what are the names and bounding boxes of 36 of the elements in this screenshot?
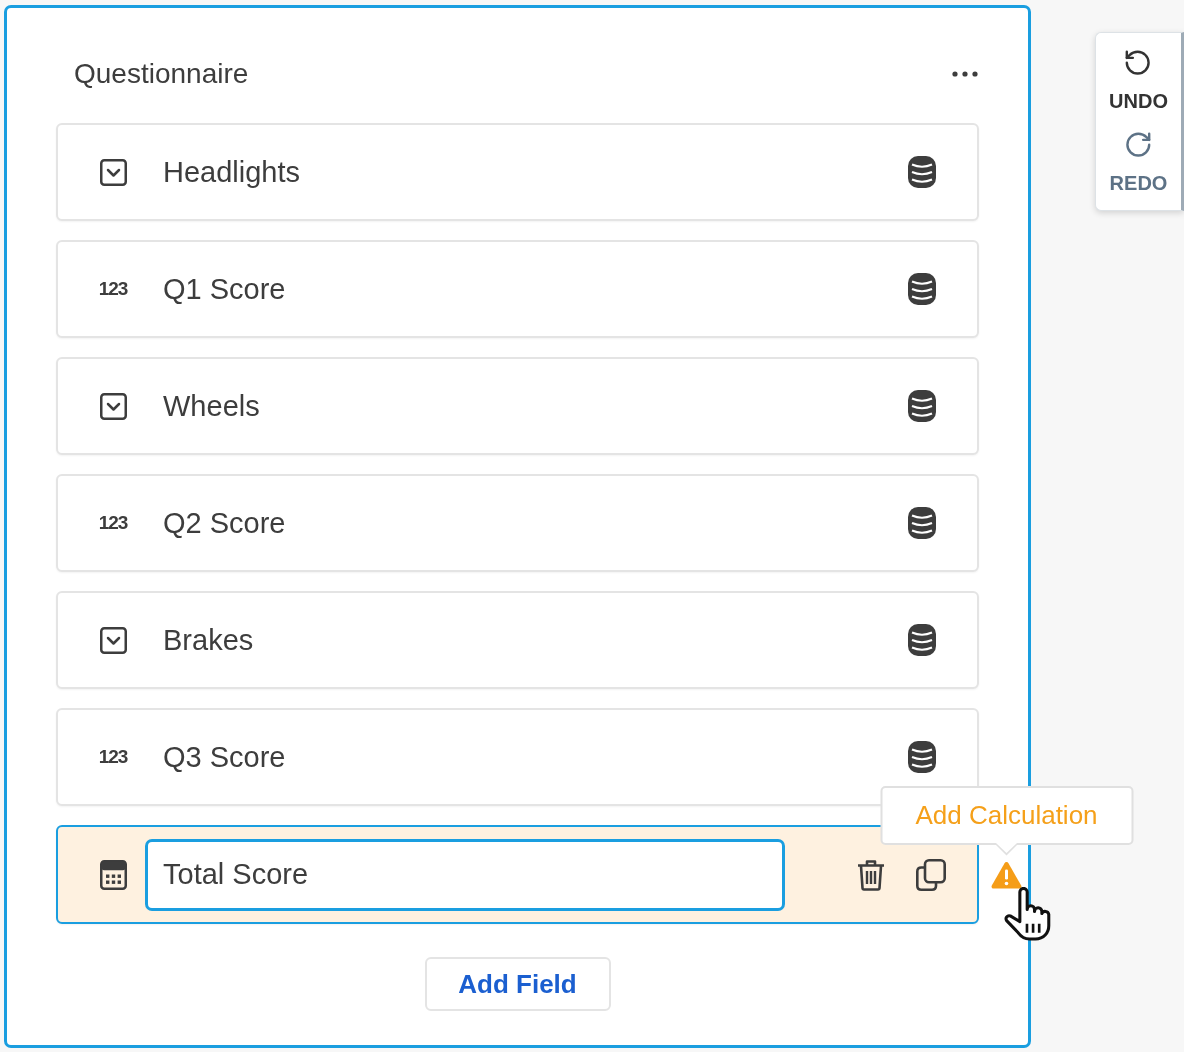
database-icon[interactable] (908, 273, 936, 305)
undo-icon (1125, 50, 1152, 76)
field-label: Q2 Score (163, 506, 286, 540)
field-row[interactable]: Headlights (56, 123, 979, 221)
dropdown-icon (99, 158, 127, 186)
field-row[interactable]: Brakes (56, 591, 979, 689)
tooltip: Add Calculation (880, 785, 1133, 856)
database-icon[interactable] (908, 507, 936, 539)
more-options-icon[interactable] (952, 70, 978, 77)
field-row[interactable]: 123 Q2 Score (56, 474, 979, 572)
dropdown-icon (99, 392, 127, 420)
field-label: Q1 Score (163, 272, 286, 306)
field-label: Q3 Score (163, 740, 286, 774)
calculator-icon (99, 859, 127, 890)
database-icon[interactable] (908, 156, 936, 188)
copy-icon[interactable] (916, 858, 946, 891)
dropdown-icon (99, 626, 127, 654)
redo-icon (1125, 132, 1152, 158)
database-icon[interactable] (908, 624, 936, 656)
field-row[interactable]: 123 Q3 Score (56, 708, 979, 806)
field-label: Brakes (163, 623, 254, 657)
number-type-icon: 123 (98, 278, 128, 300)
field-name-input[interactable]: Total Score (145, 838, 785, 911)
add-field-button[interactable]: Add Field (424, 957, 611, 1011)
undo-button[interactable]: UNDO (1109, 50, 1168, 112)
field-row[interactable]: 123 Q1 Score (56, 240, 979, 338)
number-type-icon: 123 (98, 512, 128, 534)
field-label: Headlights (163, 155, 301, 189)
database-icon[interactable] (908, 390, 936, 422)
number-type-icon: 123 (98, 746, 128, 768)
field-label: Wheels (163, 389, 260, 423)
trash-icon[interactable] (857, 858, 885, 891)
database-icon[interactable] (908, 741, 936, 773)
field-row[interactable]: Total Score (56, 825, 979, 924)
field-row[interactable]: Wheels (56, 357, 979, 455)
form-title: Questionnaire (74, 57, 249, 90)
